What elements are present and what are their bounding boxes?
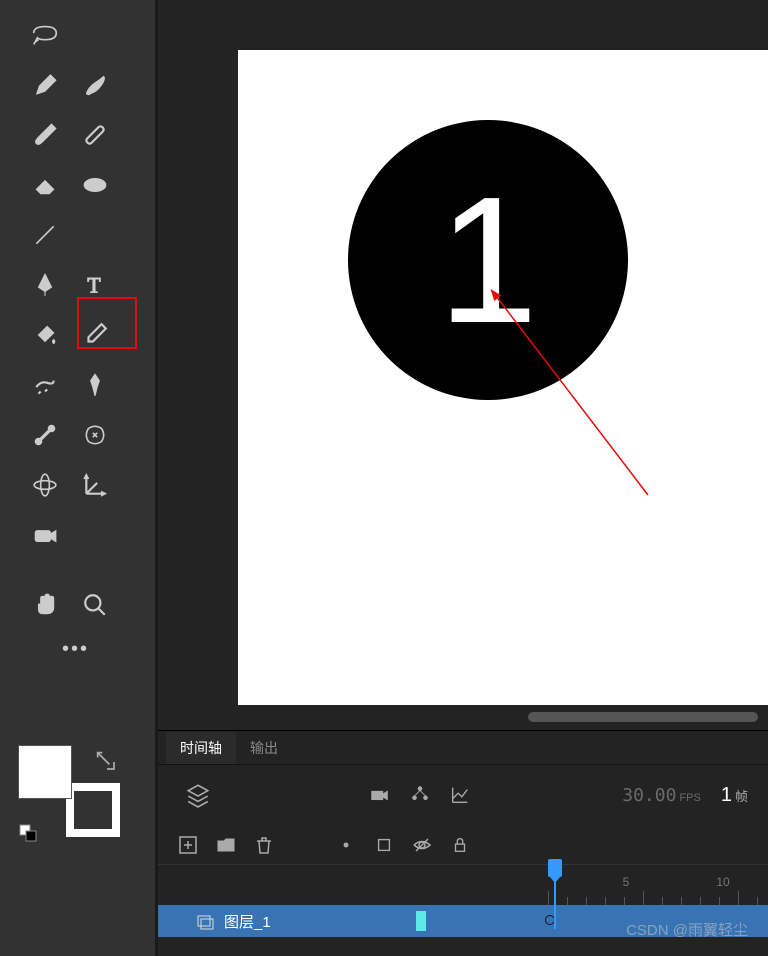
tab-timeline[interactable]: 时间轴 (166, 732, 236, 764)
fps-label: FPS (679, 792, 700, 804)
chart-icon[interactable] (446, 781, 474, 809)
lock-icon[interactable] (448, 833, 472, 857)
outline-icon[interactable] (372, 833, 396, 857)
empty-cell (70, 10, 120, 60)
frame-label: 帧 (735, 789, 748, 804)
layer-icon (196, 912, 214, 930)
zoom-tool[interactable] (70, 580, 120, 630)
text-tool[interactable]: T (70, 260, 120, 310)
bone-tool[interactable] (20, 410, 70, 460)
eraser-tool[interactable] (20, 160, 70, 210)
swap-colors-icon[interactable] (93, 748, 121, 776)
3d-rotation-tool[interactable] (70, 460, 120, 510)
eyedropper-tool[interactable] (70, 310, 120, 360)
keyframe-span[interactable] (416, 911, 426, 931)
paint-bucket-tool[interactable] (20, 310, 70, 360)
more-tools-button[interactable]: ••• (62, 638, 155, 661)
timeline-panel: 时间轴 输出 30.00FPS 1帧 5 10 (158, 730, 768, 956)
camera-icon[interactable] (366, 781, 394, 809)
fluid-brush-tool[interactable] (70, 60, 120, 110)
tab-output[interactable]: 输出 (236, 732, 292, 764)
graph-icon[interactable] (406, 781, 434, 809)
new-folder-button[interactable] (214, 833, 238, 857)
black-circle-shape[interactable]: 1 (348, 120, 628, 400)
fps-value[interactable]: 30.00 (622, 785, 676, 806)
default-colors-icon[interactable] (18, 823, 40, 845)
asset-warp-tool[interactable] (20, 460, 70, 510)
pen-tool[interactable] (20, 260, 70, 310)
empty-cell (70, 510, 120, 560)
layer-name: 图层_1 (224, 911, 271, 932)
delete-button[interactable] (252, 833, 276, 857)
pencil-tool[interactable] (20, 60, 70, 110)
horizontal-scrollbar[interactable] (528, 712, 758, 722)
timeline-ruler[interactable]: 5 10 (548, 865, 768, 905)
layer-row[interactable]: 图层_1 (158, 905, 768, 937)
lasso-tool[interactable] (20, 10, 70, 60)
pin-tool[interactable] (70, 360, 120, 410)
foreground-color-swatch[interactable] (18, 745, 72, 799)
svg-text:T: T (87, 274, 100, 298)
line-tool[interactable] (20, 210, 70, 260)
canvas-area: 1 (158, 0, 768, 730)
new-layer-button[interactable] (176, 833, 200, 857)
tools-panel: T (0, 0, 155, 956)
paintbrush-tool[interactable] (70, 110, 120, 160)
empty-cell (70, 210, 120, 260)
camera-tool[interactable] (20, 510, 70, 560)
width-tool[interactable] (20, 360, 70, 410)
brush-tool[interactable] (20, 110, 70, 160)
hand-tool[interactable] (20, 580, 70, 630)
visibility-icon[interactable] (410, 833, 434, 857)
ellipse-tool[interactable] (70, 160, 120, 210)
layers-icon[interactable] (184, 781, 212, 809)
background-color-swatch[interactable] (66, 783, 120, 837)
color-swatches (18, 745, 128, 845)
bind-tool[interactable] (70, 410, 120, 460)
timeline-playhead[interactable] (548, 859, 562, 929)
frame-value[interactable]: 1 (721, 784, 732, 806)
circle-text: 1 (438, 157, 538, 364)
stage-canvas[interactable]: 1 (238, 50, 768, 705)
dot-icon[interactable] (334, 833, 358, 857)
